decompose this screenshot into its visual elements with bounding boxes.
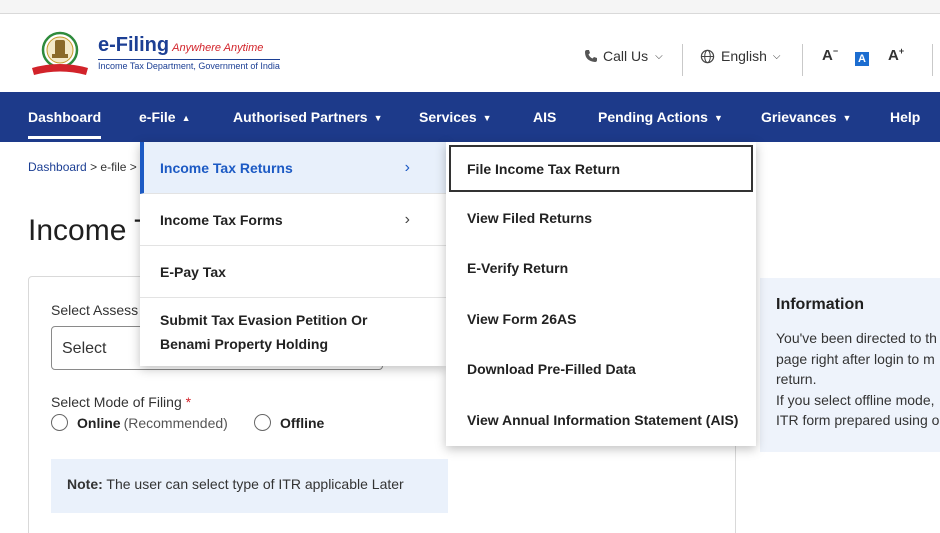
required-mark: * — [185, 394, 192, 410]
chevron-down-icon: ▼ — [373, 113, 383, 124]
information-panel: Information You've been directed to th p… — [760, 278, 940, 452]
nav-dashboard[interactable]: Dashboard — [28, 92, 102, 139]
brand-tagline: Anywhere Anytime — [172, 42, 264, 54]
offline-label: Offline — [280, 414, 325, 431]
offline-radio[interactable]: Offline — [254, 414, 324, 431]
chevron-down-icon: ▼ — [713, 113, 723, 124]
itr-submenu: File Income Tax Return View Filed Return… — [446, 142, 756, 446]
call-us-button[interactable]: Call Us ⌵ — [584, 48, 663, 64]
submenu-view-form-26as[interactable]: View Form 26AS — [446, 294, 756, 344]
nav-grievances[interactable]: Grievances ▼ — [761, 92, 851, 142]
information-line: If you select offline mode, — [776, 391, 935, 408]
menu-item-tax-evasion-petition[interactable]: Submit Tax Evasion Petition Or Benami Pr… — [140, 298, 446, 366]
online-radio[interactable]: Online (Recommended) — [51, 414, 228, 431]
nav-label: e-File — [139, 109, 176, 125]
chevron-down-icon: ▼ — [842, 113, 852, 124]
note-text: The user can select type of ITR applicab… — [106, 476, 404, 492]
menu-item-label: E-Pay Tax — [160, 264, 226, 280]
call-us-label: Call Us — [603, 48, 649, 64]
submenu-view-filed-returns[interactable]: View Filed Returns — [446, 193, 756, 243]
menu-item-label: Income Tax Returns — [160, 160, 293, 176]
online-label: Online — [77, 414, 121, 431]
radio-circle-icon — [51, 414, 68, 431]
menu-item-income-tax-returns[interactable]: Income Tax Returns › — [140, 142, 446, 194]
menu-item-label: Income Tax Forms — [160, 212, 283, 228]
information-line: page right after login to m — [776, 350, 935, 367]
nav-label: Authorised Partners — [233, 109, 368, 125]
font-normal-button[interactable]: A — [855, 52, 869, 66]
language-label: English — [721, 48, 767, 64]
nav-pending-actions[interactable]: Pending Actions ▼ — [598, 92, 723, 142]
information-title: Information — [776, 296, 864, 313]
nav-efile[interactable]: e-File ▲ — [139, 92, 191, 142]
font-increase-label: A — [888, 47, 899, 64]
nav-services[interactable]: Services ▼ — [419, 92, 492, 142]
chevron-down-icon: ▼ — [482, 113, 492, 124]
language-selector[interactable]: English ⌵ — [700, 48, 781, 64]
government-emblem-logo — [32, 31, 88, 75]
nav-authorised-partners[interactable]: Authorised Partners ▼ — [233, 92, 383, 142]
phone-icon — [585, 50, 597, 62]
information-line: You've been directed to th — [776, 330, 937, 346]
chevron-down-icon: ⌵ — [655, 50, 663, 62]
submenu-view-ais[interactable]: View Annual Information Statement (AIS) — [446, 395, 756, 445]
font-increase-button[interactable]: A+ — [888, 46, 904, 64]
note-box: Note: The user can select type of ITR ap… — [51, 459, 448, 513]
efile-dropdown-menu: Income Tax Returns › Income Tax Forms › … — [140, 142, 446, 366]
page-title: Income T — [28, 214, 153, 247]
header-divider — [682, 44, 683, 76]
nav-ais[interactable]: AIS — [533, 92, 556, 142]
breadcrumb-current: e-file — [100, 160, 127, 174]
main-navbar: Dashboard e-File ▲ Authorised Partners ▼ S… — [0, 92, 940, 142]
chevron-down-icon: ⌵ — [772, 50, 781, 62]
globe-icon — [700, 49, 715, 63]
submenu-file-income-tax-return[interactable]: File Income Tax Return — [449, 145, 753, 192]
menu-item-income-tax-forms[interactable]: Income Tax Forms › — [140, 194, 446, 246]
menu-item-label: Submit Tax Evasion Petition Or Benami Pr… — [160, 312, 368, 352]
nav-label: Grievances — [761, 109, 837, 125]
header-divider — [932, 44, 933, 76]
menu-item-e-pay-tax[interactable]: E-Pay Tax — [140, 246, 446, 298]
browser-top-strip — [0, 0, 940, 14]
font-decrease-label: A — [822, 47, 833, 64]
submenu-e-verify-return[interactable]: E-Verify Return — [446, 243, 756, 293]
breadcrumb-separator: > — [90, 160, 101, 174]
information-line: return. — [776, 371, 817, 387]
header-divider — [802, 44, 803, 76]
assessment-year-label: Select Assess — [51, 302, 139, 318]
information-line: ITR form prepared using o — [776, 412, 940, 428]
mode-of-filing-label: Select Mode of Filing * — [51, 394, 191, 410]
nav-label: Help — [890, 109, 921, 125]
submenu-download-pre-filled-data[interactable]: Download Pre-Filled Data — [446, 344, 756, 394]
nav-label: AIS — [533, 109, 557, 125]
breadcrumb: Dashboard > e-file > — [28, 160, 137, 174]
brand-subtitle: Income Tax Department, Government of Ind… — [98, 59, 280, 71]
chevron-up-icon: ▲ — [181, 113, 191, 124]
font-decrease-button[interactable]: A− — [822, 46, 838, 64]
note-label: Note: — [67, 476, 103, 492]
chevron-right-icon: › — [404, 210, 410, 228]
radio-circle-icon — [254, 414, 271, 431]
chevron-right-icon: › — [404, 158, 410, 176]
breadcrumb-dashboard-link[interactable]: Dashboard — [28, 160, 87, 174]
breadcrumb-separator: > — [129, 160, 137, 174]
nav-help[interactable]: Help — [890, 92, 920, 142]
brand-title: e-Filing Anywhere Anytime — [98, 34, 280, 57]
online-recommended-note: (Recommended) — [123, 414, 228, 431]
nav-label: Dashboard — [28, 109, 102, 125]
nav-label: Pending Actions — [598, 109, 708, 125]
brand-block[interactable]: e-Filing Anywhere Anytime Income Tax Depa… — [98, 34, 280, 71]
nav-label: Services — [419, 109, 477, 125]
mode-of-filing-text: Select Mode of Filing — [51, 394, 182, 410]
site-header: e-Filing Anywhere Anytime Income Tax Depa… — [0, 14, 940, 92]
brand-name: e-Filing — [98, 34, 170, 56]
